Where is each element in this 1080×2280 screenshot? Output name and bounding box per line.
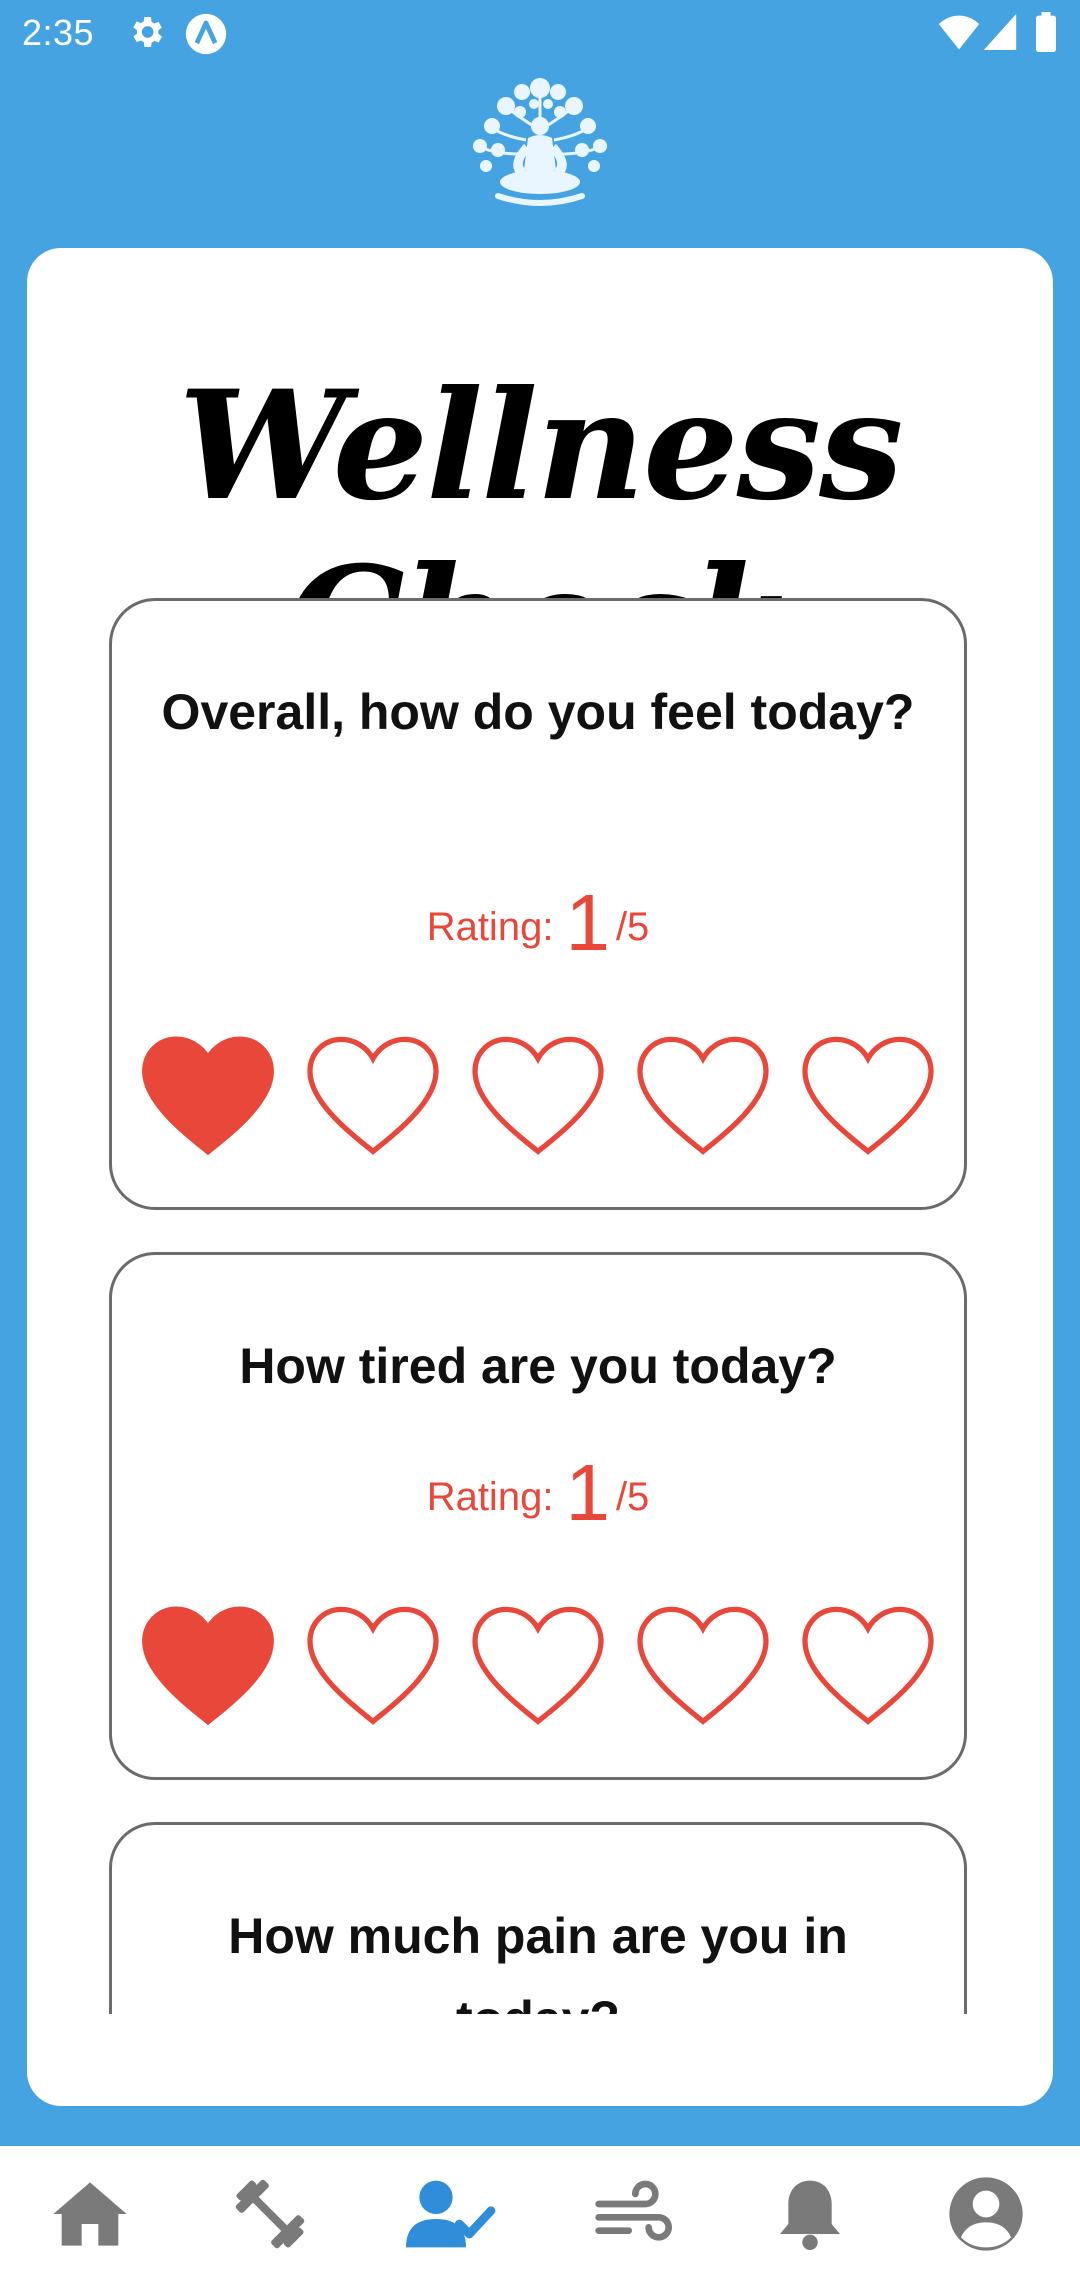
question-text: Overall, how do you feel today?: [161, 684, 915, 740]
bell-icon[interactable]: [770, 2174, 850, 2254]
heart-empty-icon[interactable]: [468, 1601, 608, 1731]
wifi-icon: [938, 15, 980, 50]
heart-empty-icon[interactable]: [303, 1601, 443, 1731]
rating-label: Rating:: [426, 1475, 554, 1519]
wind-icon[interactable]: [592, 2174, 672, 2254]
rating-max: /5: [615, 905, 650, 949]
rating-display: Rating: 1/5: [112, 877, 964, 969]
status-time: 2:35: [22, 12, 95, 53]
status-bar: 2:35: [0, 0, 1080, 66]
heart-rating: [138, 1601, 938, 1741]
heart-rating: [138, 1031, 938, 1171]
question-card-tired: How tired are you today? Rating: 1/5: [109, 1252, 967, 1780]
user-check-icon[interactable]: [406, 2174, 496, 2254]
heart-filled-icon[interactable]: [138, 1601, 278, 1731]
heart-filled-icon[interactable]: [138, 1031, 278, 1161]
app-a-icon: [185, 13, 227, 55]
heart-empty-icon[interactable]: [798, 1601, 938, 1731]
dumbbell-icon[interactable]: [230, 2174, 310, 2254]
signal-icon: [983, 14, 1017, 50]
heart-empty-icon[interactable]: [633, 1031, 773, 1161]
question-card-pain: How much pain are you in today?: [109, 1822, 967, 2014]
gear-icon: [133, 17, 162, 47]
question-text: How tired are you today?: [239, 1338, 837, 1394]
rating-label: Rating:: [426, 905, 554, 949]
question-card-overall: Overall, how do you feel today? Rating: 1…: [109, 598, 967, 1210]
question-text: How much pain are you in today?: [228, 1908, 848, 2014]
meditation-tree-logo: [473, 78, 607, 206]
bottom-nav: [0, 2146, 1080, 2280]
home-icon[interactable]: [50, 2174, 130, 2254]
heart-empty-icon[interactable]: [468, 1031, 608, 1161]
rating-max: /5: [615, 1475, 650, 1519]
heart-empty-icon[interactable]: [633, 1601, 773, 1731]
heart-empty-icon[interactable]: [303, 1031, 443, 1161]
battery-icon: [1036, 12, 1056, 52]
rating-value: 1: [565, 878, 610, 967]
questions-scroll-area[interactable]: Overall, how do you feel today? Rating: 1…: [27, 598, 1053, 2014]
profile-icon[interactable]: [946, 2174, 1026, 2254]
rating-value: 1: [565, 1448, 610, 1537]
wellness-card: Wellness Check Overall, how do you feel …: [27, 248, 1053, 2106]
heart-empty-icon[interactable]: [798, 1031, 938, 1161]
rating-display: Rating: 1/5: [112, 1447, 964, 1539]
